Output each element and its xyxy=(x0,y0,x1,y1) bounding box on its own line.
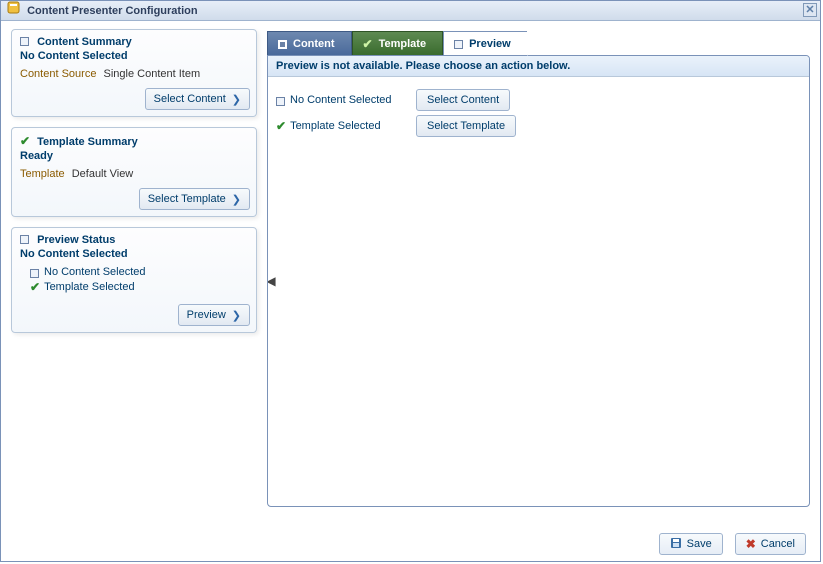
action-row-status: Template Selected xyxy=(290,120,381,132)
select-template-button[interactable]: Select Template ❯ xyxy=(139,188,250,210)
action-row-template: ✔ Template Selected Select Template xyxy=(276,115,801,137)
template-label: Template xyxy=(20,168,65,180)
preview-button[interactable]: Preview ❯ xyxy=(178,304,250,326)
tab-preview[interactable]: Preview xyxy=(443,31,528,55)
close-button[interactable]: ✕ xyxy=(803,3,817,17)
check-icon: ✔ xyxy=(20,134,30,148)
dialog-titlebar: Content Presenter Configuration ✕ xyxy=(1,1,820,21)
dialog-title: Content Presenter Configuration xyxy=(27,5,198,17)
status-item-label: No Content Selected xyxy=(44,266,146,278)
tab-template-label: Template xyxy=(379,38,426,50)
panel-template-summary: ✔ Template Summary Ready Template Defaul… xyxy=(11,127,257,217)
square-icon xyxy=(454,40,463,49)
content-pane: Preview is not available. Please choose … xyxy=(267,55,810,507)
content-summary-subtitle: No Content Selected xyxy=(20,50,248,62)
chevron-right-icon: ❯ xyxy=(232,193,241,206)
content-summary-title: Content Summary xyxy=(37,36,132,48)
action-row-content: No Content Selected Select Content xyxy=(276,89,801,111)
square-icon xyxy=(20,37,29,46)
preview-status-subtitle: No Content Selected xyxy=(20,248,248,260)
save-button[interactable]: Save xyxy=(659,533,723,555)
tab-content-label: Content xyxy=(293,38,335,50)
action-select-content-button[interactable]: Select Content xyxy=(416,89,510,111)
template-summary-subtitle: Ready xyxy=(20,150,248,162)
panel-preview-status: Preview Status No Content Selected No Co… xyxy=(11,227,257,333)
status-item-no-content: No Content Selected xyxy=(30,266,248,278)
tab-row: Content ✔ Template Preview xyxy=(267,29,810,55)
select-template-label: Select Template xyxy=(148,193,226,205)
save-label: Save xyxy=(687,538,712,550)
dialog-footer: Save ✖ Cancel xyxy=(1,527,820,561)
square-icon xyxy=(30,269,39,278)
main-area: Content ✔ Template Preview Preview is no… xyxy=(263,21,820,527)
preview-label: Preview xyxy=(187,309,226,321)
action-select-template-button[interactable]: Select Template xyxy=(416,115,516,137)
square-icon xyxy=(20,235,29,244)
square-icon xyxy=(276,97,285,106)
check-icon: ✔ xyxy=(30,280,40,294)
tab-content[interactable]: Content xyxy=(267,31,352,55)
check-icon: ✔ xyxy=(363,37,373,51)
tab-preview-label: Preview xyxy=(469,38,511,50)
sidebar: Content Summary No Content Selected Cont… xyxy=(1,21,263,527)
preview-status-title: Preview Status xyxy=(37,234,115,246)
cancel-button[interactable]: ✖ Cancel xyxy=(735,533,806,555)
check-icon: ✔ xyxy=(276,119,286,133)
triangle-left-icon: ◀ xyxy=(267,274,276,288)
cancel-label: Cancel xyxy=(761,538,795,550)
content-source-value: Single Content Item xyxy=(104,68,201,80)
action-grid: No Content Selected Select Content ✔ Tem… xyxy=(268,77,809,149)
tab-template[interactable]: ✔ Template xyxy=(352,31,444,55)
save-icon xyxy=(670,537,682,552)
resize-handle[interactable]: ◀ xyxy=(267,269,275,293)
template-summary-title: Template Summary xyxy=(37,136,138,148)
cancel-icon: ✖ xyxy=(746,537,756,551)
status-item-label: Template Selected xyxy=(44,281,135,293)
status-item-template-selected: ✔ Template Selected xyxy=(30,280,248,294)
action-row-status: No Content Selected xyxy=(290,94,392,106)
select-content-label: Select Content xyxy=(154,93,226,105)
chevron-right-icon: ❯ xyxy=(232,309,241,322)
preview-message: Preview is not available. Please choose … xyxy=(268,56,809,77)
chevron-right-icon: ❯ xyxy=(232,93,241,106)
dialog-body: Content Summary No Content Selected Cont… xyxy=(1,21,820,527)
square-icon xyxy=(278,40,287,49)
dialog: Content Presenter Configuration ✕ Conten… xyxy=(0,0,821,562)
panel-content-summary: Content Summary No Content Selected Cont… xyxy=(11,29,257,117)
content-source-label: Content Source xyxy=(20,68,96,80)
template-value: Default View xyxy=(72,168,134,180)
app-icon xyxy=(7,5,23,17)
select-content-button[interactable]: Select Content ❯ xyxy=(145,88,250,110)
